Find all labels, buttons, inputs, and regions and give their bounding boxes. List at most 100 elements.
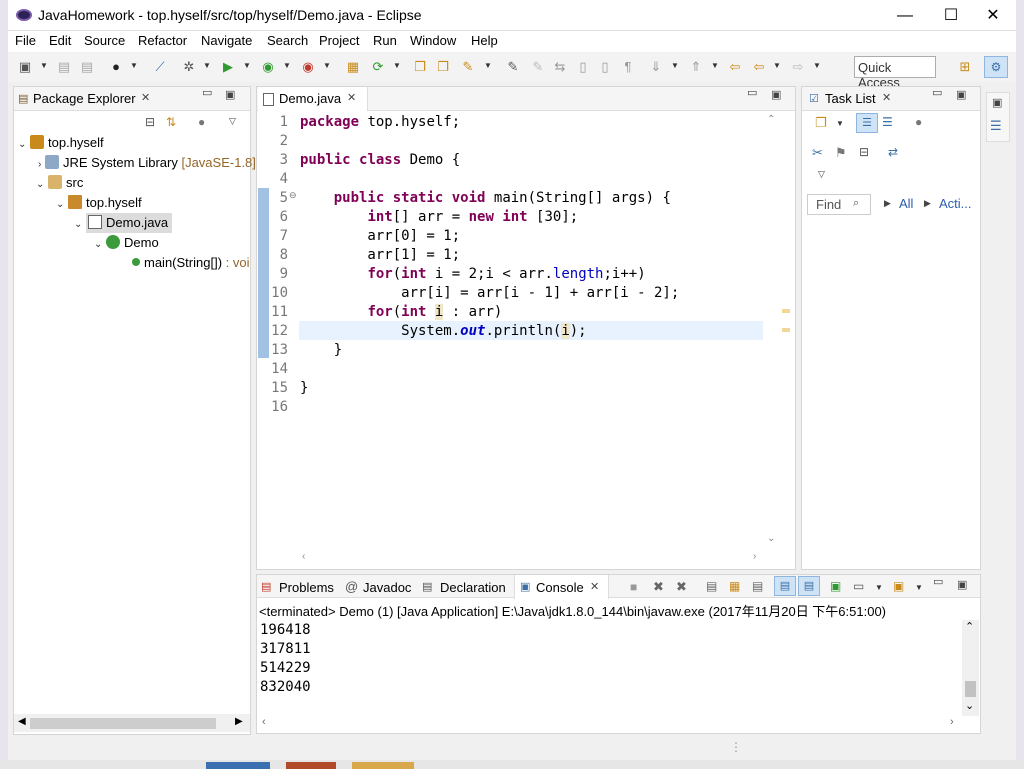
chevron-down-icon[interactable]: ▼: [875, 583, 883, 592]
menu-search[interactable]: Search: [267, 33, 308, 48]
code-line[interactable]: public static void main(String[] args) {: [300, 189, 671, 208]
chevron-down-icon[interactable]: ▼: [671, 61, 679, 70]
scroll-down-arrow[interactable]: ⌄: [965, 699, 974, 712]
scroll-up-arrow[interactable]: ⌃: [965, 620, 974, 633]
maximize-panel-icon[interactable]: ▣: [956, 88, 966, 101]
menu-edit[interactable]: Edit: [49, 33, 71, 48]
previous-annotation-icon[interactable]: ⇑: [688, 59, 704, 75]
link-with-editor-icon[interactable]: ⇅: [166, 115, 176, 129]
quick-access-field[interactable]: Quick Access: [854, 56, 936, 90]
menu-window[interactable]: Window: [410, 33, 456, 48]
chevron-down-icon[interactable]: ▼: [773, 61, 781, 70]
tree-item-src[interactable]: ⌄ src: [36, 173, 83, 193]
toggle-annotation-icon[interactable]: ✎: [505, 59, 521, 75]
chevron-down-icon[interactable]: ▼: [484, 61, 492, 70]
close-icon[interactable]: ✕: [882, 91, 891, 104]
java-perspective-icon[interactable]: ⚙: [984, 56, 1008, 78]
open-task-icon[interactable]: ❐: [435, 59, 451, 75]
chevron-down-icon[interactable]: ▼: [283, 61, 291, 70]
tab-declaration[interactable]: Declaration: [440, 580, 506, 595]
skip-breakpoints-icon[interactable]: ⟋: [152, 59, 168, 75]
code-line[interactable]: arr[0] = 1;: [300, 227, 460, 246]
tab-task-list[interactable]: Task List: [825, 91, 876, 106]
scroll-left-arrow[interactable]: ‹: [302, 551, 305, 562]
menu-source[interactable]: Source: [84, 33, 125, 48]
code-line[interactable]: public class Demo {: [300, 151, 460, 170]
minimize-panel-icon[interactable]: ▭: [932, 86, 942, 99]
menu-navigate[interactable]: Navigate: [201, 33, 252, 48]
new-icon[interactable]: ▣: [17, 59, 33, 75]
code-line[interactable]: arr[i] = arr[i - 1] + arr[i - 2];: [300, 284, 679, 303]
code-line[interactable]: for(int i = 2;i < arr.length;i++): [300, 265, 645, 284]
restore-icon[interactable]: ▣: [992, 96, 1002, 109]
maximize-panel-icon[interactable]: ▣: [771, 88, 781, 101]
outline-icon[interactable]: ☰: [990, 118, 1002, 134]
tab-problems[interactable]: Problems: [279, 580, 334, 595]
display-console-icon[interactable]: ▭: [853, 579, 864, 593]
taskbar-item[interactable]: [352, 762, 414, 769]
view-menu-icon[interactable]: ▽: [818, 169, 825, 180]
taskbar-item[interactable]: [286, 762, 336, 769]
new-java-class-icon[interactable]: ⟳: [370, 59, 386, 75]
search-icon[interactable]: ✎: [460, 59, 476, 75]
maximize-panel-icon[interactable]: ▣: [225, 88, 235, 101]
forward-icon[interactable]: ⇨: [790, 59, 806, 75]
maximize-panel-icon[interactable]: ▣: [957, 578, 967, 591]
chevron-down-icon[interactable]: ▼: [130, 61, 138, 70]
word-wrap-icon[interactable]: ⇆: [552, 59, 568, 75]
debug-icon[interactable]: ✲: [181, 59, 197, 75]
menu-project[interactable]: Project: [319, 33, 359, 48]
menu-run[interactable]: Run: [373, 33, 397, 48]
sync-repos-icon[interactable]: ⇄: [888, 145, 898, 159]
chevron-down-icon[interactable]: ▼: [813, 61, 821, 70]
show-whitespace-icon[interactable]: ▯: [597, 59, 613, 75]
minimize-panel-icon[interactable]: ▭: [202, 86, 212, 99]
minimize-button[interactable]: —: [882, 0, 928, 31]
code-line[interactable]: System.out.println(i);: [300, 322, 587, 341]
scrollbar-thumb[interactable]: [30, 718, 216, 729]
focus-icon[interactable]: ●: [915, 115, 922, 129]
all-tasks-link[interactable]: All: [899, 196, 913, 211]
view-menu-icon[interactable]: ▽: [229, 116, 236, 127]
tab-console[interactable]: Console: [536, 580, 584, 595]
maximize-button[interactable]: ☐: [928, 0, 974, 31]
chevron-down-icon[interactable]: ▼: [836, 119, 844, 128]
chevron-down-icon[interactable]: ⌄: [36, 179, 44, 190]
synchronize-icon[interactable]: ⚑: [835, 145, 847, 161]
scroll-right-arrow[interactable]: ›: [753, 551, 756, 562]
code-line[interactable]: package top.hyself;: [300, 113, 460, 132]
close-icon[interactable]: ✕: [141, 91, 150, 104]
chevron-down-icon[interactable]: ⌄: [56, 199, 64, 210]
taskbar-item[interactable]: [206, 762, 270, 769]
clear-console-icon[interactable]: ▤: [706, 579, 717, 593]
new-java-package-icon[interactable]: ▦: [345, 59, 361, 75]
minimize-panel-icon[interactable]: ▭: [747, 86, 757, 99]
chevron-down-icon[interactable]: ▼: [243, 61, 251, 70]
chevron-down-icon[interactable]: ▼: [915, 583, 923, 592]
terminate-icon[interactable]: ■: [630, 580, 637, 594]
overview-ruler-marker[interactable]: [782, 309, 790, 313]
open-perspective-icon[interactable]: ⊞: [957, 59, 973, 75]
tab-demo-java[interactable]: Demo.java: [279, 91, 341, 106]
chevron-down-icon[interactable]: ⌄: [74, 219, 82, 230]
scroll-right-arrow[interactable]: ›: [950, 716, 954, 728]
scroll-left-arrow[interactable]: ‹: [262, 716, 266, 728]
close-icon[interactable]: ✕: [590, 580, 599, 593]
code-line[interactable]: int[] arr = new int [30];: [300, 208, 578, 227]
remove-launch-icon[interactable]: ✖: [653, 579, 664, 595]
filter-icon[interactable]: ●: [198, 115, 205, 129]
save-icon[interactable]: ▤: [56, 59, 72, 75]
tree-item-demo-class[interactable]: ⌄ Demo: [94, 233, 159, 253]
close-button[interactable]: ✕: [970, 0, 1016, 31]
tree-item-project[interactable]: ⌄ top.hyself: [18, 133, 104, 153]
fold-collapse-icon[interactable]: ⊖: [289, 190, 297, 201]
save-all-icon[interactable]: ▤: [79, 59, 95, 75]
run-icon[interactable]: ▶: [220, 59, 236, 75]
explorer-horizontal-scrollbar[interactable]: ◀ ▶: [14, 714, 250, 732]
find-task-field[interactable]: Find ⌕: [807, 194, 871, 215]
console-horizontal-scrollbar[interactable]: ‹ ›: [257, 716, 962, 732]
scroll-up-arrow[interactable]: ⌃: [767, 114, 775, 125]
editor-horizontal-scrollbar[interactable]: ‹ ›: [299, 551, 765, 565]
chevron-down-icon[interactable]: ▼: [40, 61, 48, 70]
code-line[interactable]: for(int i : arr): [300, 303, 502, 322]
